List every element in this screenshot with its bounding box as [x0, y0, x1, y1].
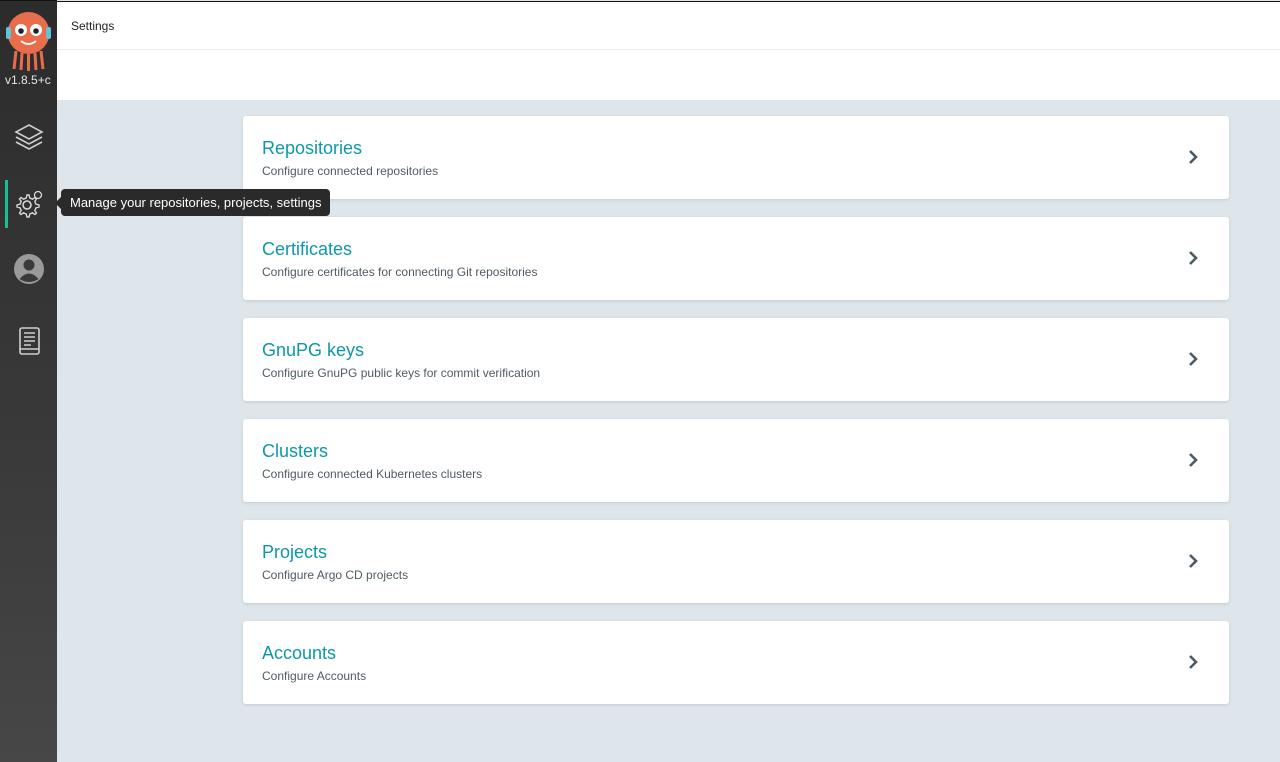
settings-tooltip: Manage your repositories, projects, sett… [54, 189, 331, 216]
settings-item-title: Projects [262, 542, 328, 562]
settings-item-clusters[interactable]: Clusters Configure connected Kubernetes … [243, 419, 1229, 502]
nav-documentation[interactable] [0, 317, 57, 365]
settings-item-description: Configure certificates for connecting Gi… [262, 265, 538, 279]
chevron-right-icon [1189, 251, 1198, 265]
settings-item-projects[interactable]: Projects Configure Argo CD projects [243, 520, 1229, 603]
user-icon [13, 254, 44, 284]
settings-item-description: Configure Argo CD projects [262, 568, 409, 582]
chevron-right-icon [1189, 453, 1198, 467]
docs-icon [18, 327, 40, 355]
top-bar: Settings [57, 1, 1280, 50]
layers-icon [13, 124, 44, 150]
nav-user-info[interactable] [0, 245, 57, 293]
settings-item-title: GnuPG keys [262, 340, 365, 360]
page-title: Settings [71, 19, 115, 33]
settings-item-title: Repositories [262, 138, 363, 158]
settings-item-description: Configure connected Kubernetes clusters [262, 467, 483, 481]
settings-item-certificates[interactable]: Certificates Configure certificates for … [243, 217, 1229, 300]
settings-item-repositories[interactable]: Repositories Configure connected reposit… [243, 116, 1229, 199]
sidebar: v1.8.5+c [0, 0, 57, 762]
settings-item-description: Configure GnuPG public keys for commit v… [262, 366, 541, 380]
nav-settings[interactable] [0, 180, 57, 228]
settings-item-gnupg-keys[interactable]: GnuPG keys Configure GnuPG public keys f… [243, 318, 1229, 401]
gear-icon [15, 190, 42, 218]
settings-item-title: Accounts [262, 643, 337, 663]
chevron-right-icon [1189, 352, 1198, 366]
chevron-right-icon [1189, 150, 1198, 164]
settings-item-title: Clusters [262, 441, 329, 461]
settings-item-title: Certificates [262, 239, 353, 259]
toolbar [57, 50, 1280, 100]
settings-item-description: Configure Accounts [262, 669, 367, 683]
settings-item-accounts[interactable]: Accounts Configure Accounts [243, 621, 1229, 704]
argo-logo[interactable] [4, 11, 53, 71]
chevron-right-icon [1189, 554, 1198, 568]
version-label: v1.8.5+c [5, 73, 51, 87]
nav-applications[interactable] [0, 113, 57, 161]
chevron-right-icon [1189, 655, 1198, 669]
settings-item-description: Configure connected repositories [262, 164, 439, 178]
settings-list: Repositories Configure connected reposit… [243, 116, 1229, 722]
